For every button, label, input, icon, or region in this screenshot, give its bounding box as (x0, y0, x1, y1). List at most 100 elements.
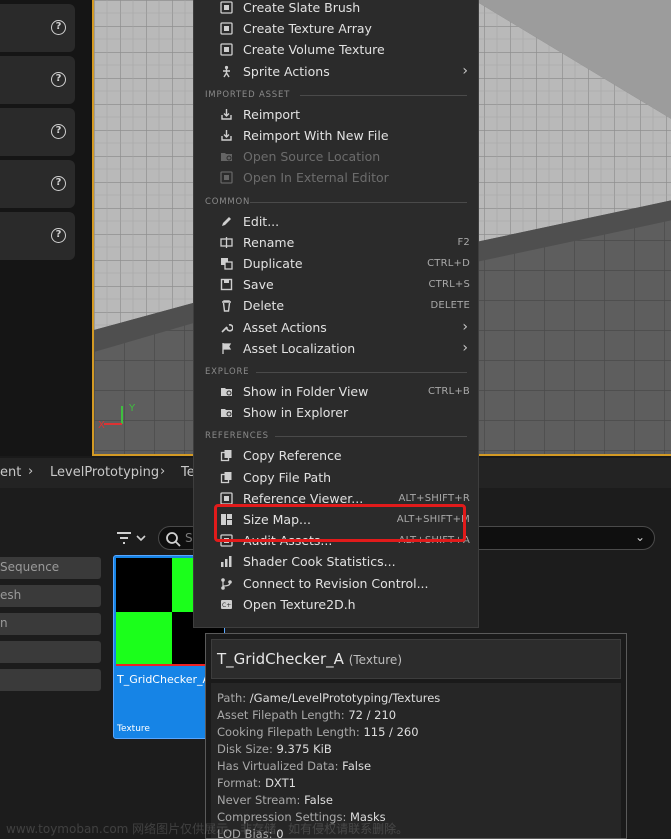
menu-item-create-texture-array[interactable]: Create Texture Array (194, 19, 478, 40)
menu-item-show-in-explorer[interactable]: Show in Explorer (194, 403, 478, 424)
menu-item-label: Save (243, 277, 274, 293)
menu-item-label: Sprite Actions (243, 63, 330, 79)
menu-item-create-volume-texture[interactable]: Create Volume Texture (194, 40, 478, 61)
details-row[interactable]: ? (0, 212, 75, 260)
sidebar-item[interactable]: Sequence (0, 557, 101, 579)
menu-item-asset-localization[interactable]: Asset Localization › (194, 339, 478, 360)
menu-section-header: REFERENCES (205, 431, 269, 442)
sidebar-item[interactable]: esh (0, 585, 101, 607)
search-placeholder: S (185, 531, 193, 545)
tooltip-title: T_GridChecker_A (217, 650, 344, 668)
menu-item-delete[interactable]: Delete DELETE (194, 296, 478, 317)
breadcrumb-item[interactable]: ent (0, 465, 21, 480)
menu-section-header: IMPORTED ASSET (205, 89, 291, 100)
menu-item-open-texture2d-h[interactable]: C++ Open Texture2D.h (194, 595, 478, 616)
help-icon[interactable]: ? (51, 72, 66, 87)
menu-item-shortcut: F2 (457, 236, 470, 248)
chevron-down-icon[interactable]: ⌄ (635, 530, 645, 544)
copy-icon (220, 471, 232, 483)
sidebar-item[interactable]: n (0, 613, 101, 635)
trash-icon (222, 300, 231, 313)
menu-item-sprite-actions[interactable]: Sprite Actions › (194, 62, 478, 83)
menu-item-label: Open In External Editor (243, 170, 389, 186)
tooltip-body: Path: /Game/LevelPrototyping/Textures As… (211, 683, 621, 839)
duplicate-icon (221, 258, 233, 270)
details-row[interactable]: ? (0, 108, 75, 156)
axis-x-label: X (98, 420, 105, 431)
tooltip-row: Cooking Filepath Length: 115 / 260 (217, 725, 419, 739)
menu-item-shader-cook-statistics[interactable]: Shader Cook Statistics... (194, 552, 478, 573)
tooltip-row: Never Stream: False (217, 793, 333, 807)
menu-item-asset-actions[interactable]: Asset Actions › (194, 318, 478, 339)
svg-text:C++: C++ (222, 602, 233, 609)
asset-type: Texture (117, 724, 150, 734)
menu-item-rename[interactable]: Rename F2 (194, 233, 478, 254)
menu-item-label: Open Source Location (243, 149, 381, 165)
menu-item-duplicate[interactable]: Duplicate CTRL+D (194, 254, 478, 275)
folder-search-icon (221, 388, 232, 396)
source-file-icon: C++ (221, 599, 233, 609)
menu-item-open-source-location[interactable]: Open Source Location (194, 147, 478, 168)
help-icon[interactable]: ? (51, 124, 66, 139)
menu-item-copy-reference[interactable]: Copy Reference (194, 446, 478, 467)
sidebar-item[interactable] (0, 641, 101, 663)
details-row[interactable]: ? (0, 56, 75, 104)
rename-icon (220, 236, 233, 248)
filter-icon (117, 532, 146, 544)
pencil-icon (222, 216, 231, 226)
menu-item-label: Connect to Revision Control... (243, 575, 429, 591)
menu-section-header: COMMON (205, 196, 251, 207)
details-row[interactable]: ? (0, 160, 75, 208)
menu-item-label: Asset Localization (243, 340, 356, 356)
tooltip-row: Format: DXT1 (217, 776, 296, 790)
menu-item-label: Shader Cook Statistics... (243, 554, 396, 570)
filter-button[interactable] (113, 527, 151, 549)
volume-texture-icon (220, 43, 233, 57)
axis-y-label: Y (128, 403, 136, 414)
help-icon[interactable]: ? (51, 176, 66, 191)
annotation-highlight-box (214, 504, 466, 542)
tooltip-header: T_GridChecker_A (Texture) (211, 639, 621, 679)
menu-item-shortcut: DELETE (430, 300, 470, 312)
sprite-icon (223, 65, 230, 77)
menu-item-copy-file-path[interactable]: Copy File Path (194, 468, 478, 489)
search-icon (166, 532, 181, 547)
tooltip-row: Path: /Game/LevelPrototyping/Textures (217, 691, 441, 705)
chevron-right-icon[interactable]: › (160, 464, 165, 479)
menu-item-label: Copy File Path (243, 469, 332, 485)
menu-divider (275, 436, 467, 438)
help-icon[interactable]: ? (51, 20, 66, 35)
menu-item-reimport-with-new-file[interactable]: Reimport With New File (194, 126, 478, 147)
menu-item-connect-to-revision-control[interactable]: Connect to Revision Control... (194, 574, 478, 595)
menu-item-save[interactable]: Save CTRL+S (194, 275, 478, 296)
external-editor-icon (220, 171, 233, 185)
menu-divider (256, 372, 467, 373)
menu-divider (249, 201, 467, 203)
menu-item-label: Duplicate (243, 256, 303, 271)
help-icon[interactable]: ? (51, 228, 66, 243)
folder-search-icon (221, 409, 232, 418)
brush-icon (220, 1, 233, 14)
menu-item-label: Create Volume Texture (243, 42, 385, 58)
menu-item-edit[interactable]: Edit... (194, 212, 478, 233)
submenu-arrow-icon: › (462, 318, 468, 335)
asset-tooltip: T_GridChecker_A (Texture) Path: /Game/Le… (205, 633, 627, 839)
reimport-icon (221, 108, 232, 120)
copy-icon (220, 450, 232, 462)
details-row[interactable]: ? (0, 4, 75, 52)
chevron-right-icon[interactable]: › (28, 464, 33, 479)
tooltip-row: Disk Size: 9.375 KiB (217, 742, 332, 756)
menu-item-shortcut: CTRL+S (428, 279, 470, 291)
menu-item-label: Open Texture2D.h (243, 596, 356, 612)
watermark: www.toymoban.com 网络图片仅供展示，非存储，如有侵权请联系删除。 (6, 822, 409, 836)
breadcrumb-item[interactable]: LevelPrototyping (50, 465, 159, 480)
flag-icon (222, 342, 232, 354)
sidebar-item[interactable] (0, 669, 101, 691)
menu-item-reimport[interactable]: Reimport (194, 105, 478, 126)
revision-control-icon (221, 577, 232, 590)
save-icon (220, 278, 233, 291)
menu-item-create-slate-brush[interactable]: Create Slate Brush (194, 0, 478, 19)
statistics-icon (221, 556, 232, 568)
menu-item-show-in-folder-view[interactable]: Show in Folder View CTRL+B (194, 382, 478, 403)
menu-item-open-in-external-editor[interactable]: Open In External Editor (194, 168, 478, 189)
